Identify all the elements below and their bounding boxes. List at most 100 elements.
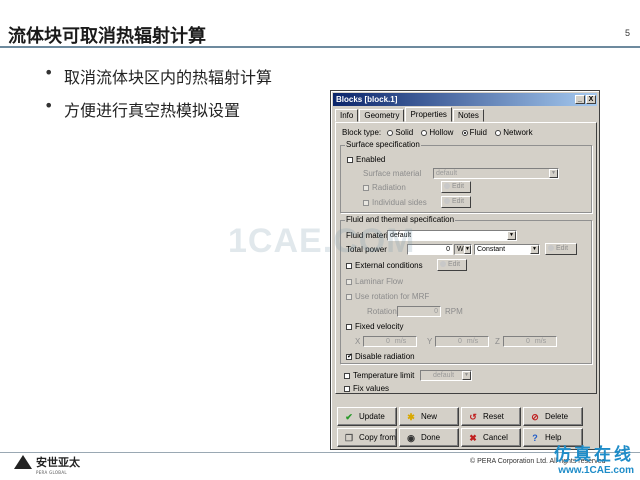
velocity-y-label: Y <box>427 337 433 346</box>
cancel-label: Cancel <box>483 433 508 442</box>
reset-label: Reset <box>483 412 504 421</box>
update-button[interactable]: ✔ Update <box>337 407 397 426</box>
laminar-flow-checkbox[interactable]: Laminar Flow <box>346 277 403 286</box>
fix-values-checkbox[interactable]: Fix values <box>344 384 389 393</box>
rotation-unit: RPM <box>445 307 463 316</box>
tab-notes[interactable]: Notes <box>452 109 484 122</box>
tab-geometry[interactable]: Geometry <box>359 109 405 122</box>
delete-label: Delete <box>545 412 569 421</box>
enabled-checkbox[interactable]: Enabled <box>347 155 385 164</box>
disable-radiation-check-icon <box>346 352 353 360</box>
total-power-label: Total power <box>346 245 387 254</box>
radiation-checkbox[interactable]: Radiation <box>363 183 406 192</box>
properties-panel: Block type: Solid Hollow Fluid Network S… <box>335 122 597 394</box>
page-number: 5 <box>624 28 630 38</box>
velocity-y-unit: m/s <box>466 338 479 345</box>
new-button[interactable]: ✱ New <box>399 407 459 426</box>
power-unit-value: W <box>457 246 464 253</box>
radio-hollow[interactable]: Hollow <box>421 128 453 137</box>
tab-properties[interactable]: Properties <box>405 107 452 122</box>
velocity-z-value: 0 <box>526 338 530 345</box>
copy-from-button[interactable]: ❐ Copy from <box>337 428 397 447</box>
temperature-limit-checkbox[interactable]: Temperature limit <box>344 371 414 380</box>
copy-from-label: Copy from <box>359 433 396 442</box>
radio-network-icon <box>495 129 502 136</box>
help-icon: ? <box>532 432 538 443</box>
velocity-y-input[interactable]: 0 m/s <box>435 336 489 347</box>
edit-icon <box>444 183 450 190</box>
velocity-y-value: 0 <box>458 338 462 345</box>
copy-icon: ❐ <box>344 432 354 443</box>
radio-fluid[interactable]: Fluid <box>461 128 487 137</box>
surface-material-value: default <box>436 170 458 177</box>
close-button[interactable]: X <box>586 95 596 104</box>
power-unit-select[interactable]: W ▼ <box>454 244 472 255</box>
radio-hollow-label: Hollow <box>429 128 454 137</box>
radio-fluid-label: Fluid <box>469 128 487 137</box>
individual-sides-edit-label: Edit <box>452 198 465 205</box>
blocks-dialog: Blocks [block.1] _ X Info Geometry Prope… <box>330 90 600 450</box>
individual-sides-edit-button[interactable]: Edit <box>441 196 471 208</box>
external-conditions-check-icon <box>346 262 352 269</box>
individual-sides-label: Individual sides <box>372 198 427 207</box>
external-edit-button[interactable]: Edit <box>437 259 467 271</box>
reset-button[interactable]: ↺ Reset <box>461 407 521 426</box>
block-type-label: Block type: <box>342 128 382 137</box>
logo-en: PERA GLOBAL <box>36 470 67 475</box>
cancel-x-icon: ✖ <box>469 432 477 443</box>
velocity-x-input[interactable]: 0 m/s <box>363 336 417 347</box>
cancel-button[interactable]: ✖ Cancel <box>461 428 521 447</box>
tab-info[interactable]: Info <box>335 109 359 122</box>
chevron-down-icon: ▼ <box>507 231 516 240</box>
fixed-velocity-check-icon <box>346 323 352 330</box>
radio-solid[interactable]: Solid <box>387 128 413 137</box>
individual-sides-checkbox[interactable]: Individual sides <box>363 198 427 207</box>
done-button[interactable]: ◉ Done <box>399 428 459 447</box>
temperature-limit-check-icon <box>344 372 350 379</box>
dialog-titlebar[interactable]: Blocks [block.1] _ X <box>333 93 597 106</box>
total-power-input[interactable]: 0 <box>407 244 453 255</box>
fixed-velocity-checkbox[interactable]: Fixed velocity <box>346 322 403 331</box>
rotation-mrf-checkbox[interactable]: Use rotation for MRF <box>346 292 429 301</box>
radiation-edit-label: Edit <box>452 183 465 190</box>
chevron-down-icon: ▼ <box>464 245 471 254</box>
new-star-icon: ✱ <box>407 411 415 422</box>
velocity-x-label: X <box>355 337 361 346</box>
fluid-material-select[interactable]: default ▼ <box>387 230 517 241</box>
reset-icon: ↺ <box>469 411 477 422</box>
velocity-z-unit: m/s <box>534 338 547 345</box>
power-mode-value: Constant <box>477 246 506 253</box>
temperature-limit-select[interactable]: default ▼ <box>420 370 472 381</box>
site-watermark: 仿真在线 www.1CAE.com <box>554 440 634 476</box>
fluid-thermal-group: Fluid and thermal specification Fluid ma… <box>340 215 592 364</box>
site-url: www.1CAE.com <box>558 465 634 476</box>
rotation-input[interactable]: 0 <box>397 306 441 317</box>
chevron-down-icon: ▼ <box>530 245 539 254</box>
delete-button[interactable]: ⊘ Delete <box>523 407 583 426</box>
external-conditions-checkbox[interactable]: External conditions <box>346 261 423 270</box>
enabled-check-icon <box>347 156 353 163</box>
disable-radiation-label: Disable radiation <box>355 352 415 361</box>
radiation-edit-button[interactable]: Edit <box>441 181 471 193</box>
done-label: Done <box>421 433 441 442</box>
surface-material-select[interactable]: default ▼ <box>433 168 559 179</box>
radiation-check-icon <box>363 184 369 191</box>
velocity-z-label: Z <box>495 337 500 346</box>
checkmark-icon: ✔ <box>345 411 353 422</box>
individual-sides-check-icon <box>363 199 369 206</box>
fluid-material-value: default <box>390 232 412 239</box>
disable-radiation-checkbox[interactable]: Disable radiation <box>346 352 415 361</box>
done-icon: ◉ <box>407 432 415 443</box>
radio-network[interactable]: Network <box>495 128 533 137</box>
radio-network-label: Network <box>503 128 533 137</box>
velocity-z-input[interactable]: 0 m/s <box>503 336 557 347</box>
radio-hollow-icon <box>421 129 428 136</box>
fluid-thermal-label: Fluid and thermal specification <box>345 215 456 224</box>
radio-fluid-icon <box>461 129 468 136</box>
minimize-button[interactable]: _ <box>575 95 585 104</box>
rotation-mrf-check-icon <box>346 293 352 300</box>
power-mode-select[interactable]: Constant ▼ <box>474 244 540 255</box>
power-edit-button[interactable]: Edit <box>545 243 577 255</box>
chevron-down-icon: ▼ <box>462 371 471 380</box>
laminar-flow-check-icon <box>346 278 352 285</box>
